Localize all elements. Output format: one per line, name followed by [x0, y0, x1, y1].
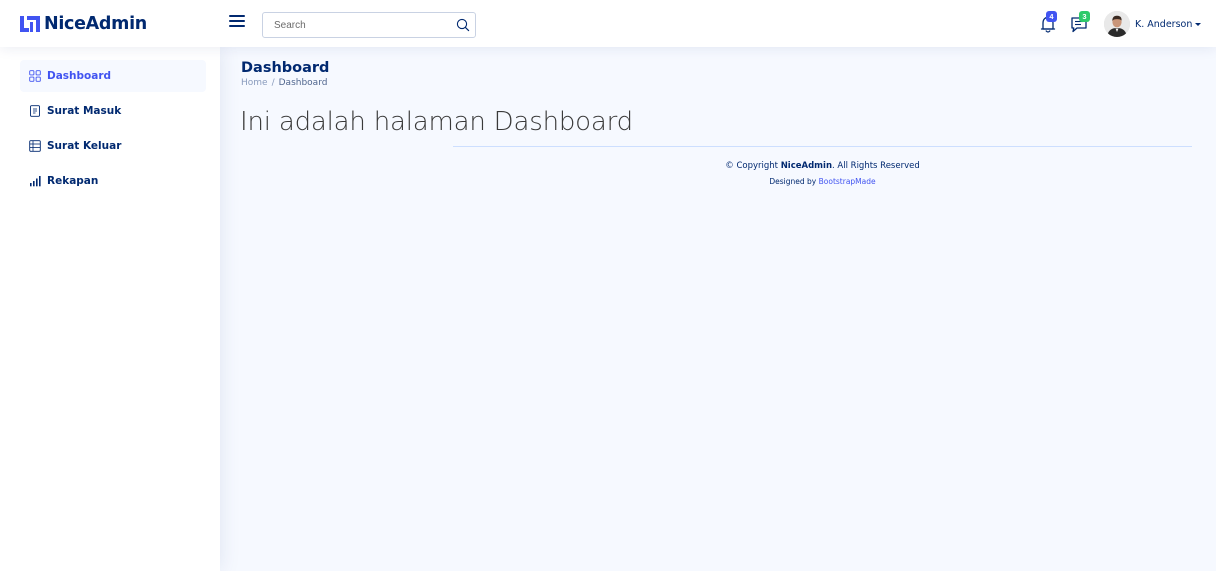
sidebar-item-label: Surat Masuk [47, 105, 122, 117]
search-button[interactable] [455, 17, 471, 33]
document-icon [29, 105, 41, 117]
logo-icon [20, 15, 40, 33]
chevron-down-icon [1195, 23, 1202, 26]
search-icon [456, 18, 470, 32]
logo[interactable]: NiceAdmin [20, 11, 147, 37]
main-heading: Ini adalah halaman Dashboard [240, 107, 633, 137]
bar-chart-icon [29, 175, 41, 187]
copyright-brand: NiceAdmin [780, 161, 833, 171]
footer: © Copyright NiceAdmin. All Rights Reserv… [453, 161, 1192, 186]
notifications-badge: 4 [1046, 11, 1057, 22]
sidebar-item-surat-masuk[interactable]: Surat Masuk [20, 95, 206, 127]
sidebar-item-surat-keluar[interactable]: Surat Keluar [20, 130, 206, 162]
copyright-prefix: © Copyright [725, 161, 781, 171]
breadcrumb-current: Dashboard [278, 78, 328, 88]
page-title: Dashboard [241, 60, 330, 76]
profile-dropdown[interactable]: K. Anderson [1104, 10, 1202, 38]
breadcrumb: Home / Dashboard [241, 78, 329, 88]
footer-divider [453, 146, 1192, 147]
credits-text: Designed by BootstrapMade [453, 177, 1192, 186]
sidebar-item-label: Dashboard [47, 70, 112, 82]
breadcrumb-home-link[interactable]: Home [241, 78, 268, 88]
logo-text: NiceAdmin [44, 14, 147, 34]
search-form [262, 12, 476, 38]
sidebar-item-label: Rekapan [47, 175, 99, 187]
sidebar-toggle-button[interactable] [229, 13, 246, 29]
credits-prefix: Designed by [769, 177, 819, 186]
header: NiceAdmin 4 3 [0, 0, 1216, 47]
sidebar: Dashboard Surat Masuk Surat Keluar Rekap… [0, 47, 220, 571]
table-icon [29, 140, 41, 152]
sidebar-item-dashboard[interactable]: Dashboard [20, 60, 206, 92]
profile-name: K. Anderson [1135, 18, 1193, 30]
page-title-section: Dashboard Home / Dashboard [241, 60, 329, 88]
copyright-suffix: . All Rights Reserved [832, 161, 920, 171]
messages-badge: 3 [1079, 11, 1090, 22]
sidebar-item-rekapan[interactable]: Rekapan [20, 165, 206, 197]
notifications-button[interactable]: 4 [1037, 11, 1061, 36]
sidebar-item-label: Surat Keluar [47, 140, 122, 152]
bootstrapmade-link[interactable]: BootstrapMade [819, 177, 876, 186]
grid-icon [29, 70, 41, 82]
copyright-text: © Copyright NiceAdmin. All Rights Reserv… [453, 161, 1192, 171]
breadcrumb-separator: / [271, 78, 275, 88]
search-input[interactable] [263, 13, 448, 37]
avatar [1104, 11, 1130, 37]
messages-button[interactable]: 3 [1068, 11, 1092, 36]
